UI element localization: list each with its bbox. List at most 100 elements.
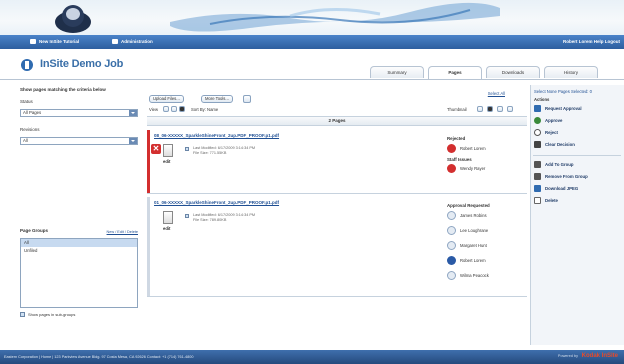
approver-row: Lee Loughrane: [447, 226, 488, 235]
row-checkbox[interactable]: [185, 147, 189, 151]
person-name: Wendy Rayer: [460, 166, 486, 171]
home-icon: [30, 39, 36, 44]
table-row[interactable]: 01_06-XXXXX_SparkleShineFront_2up.PDF_PR…: [147, 197, 527, 297]
page-groups-label: Page Groups: [20, 228, 49, 233]
page-groups-edit-link[interactable]: New / Edit / Delete: [107, 230, 138, 234]
filesize-text: File Size: 771.55KB: [193, 151, 227, 155]
trash-icon: [534, 197, 541, 204]
view-grid-icon[interactable]: [171, 106, 177, 112]
status-select[interactable]: All Pages: [20, 109, 138, 117]
tab-bar: Summary Pages Downloads History: [0, 66, 624, 80]
approver-row: James Robins: [447, 211, 487, 220]
filesize-text: File Size: 789.80KB: [193, 218, 227, 222]
page-groups-list[interactable]: All Unfiled: [20, 238, 138, 308]
add-to-group-action[interactable]: Add To Group: [534, 161, 574, 168]
clear-decision-action[interactable]: Clear Decision: [534, 141, 575, 148]
view-list-icon[interactable]: [163, 106, 169, 112]
pending-icon: [447, 211, 456, 220]
sort-by-select[interactable]: Sort By: Name: [191, 107, 218, 112]
upload-files-button[interactable]: Upload Files...: [149, 95, 184, 103]
show-subgroups-label: Show pages in sub-groups: [28, 312, 76, 317]
modified-text: Last Modified: 6/17/2009 3:14:34 PM: [193, 213, 256, 217]
thumb-large-icon[interactable]: [497, 106, 503, 112]
view-thumb-icon[interactable]: [179, 106, 185, 112]
list-item[interactable]: All: [21, 239, 137, 247]
approver-row: Margaret Hunt: [447, 241, 487, 250]
action-label: Delete: [545, 198, 558, 203]
row-checkbox[interactable]: [185, 214, 189, 218]
rejected-icon: ✕: [151, 144, 161, 154]
edit-link[interactable]: edit: [163, 226, 170, 231]
nav-right-label: Robert Lorem Help Logout: [563, 39, 620, 44]
action-label: Clear Decision: [545, 142, 575, 147]
status-heading: Rejected: [447, 136, 466, 141]
remove-from-group-action[interactable]: Remove From Group: [534, 173, 588, 180]
status-select-value: All Pages: [23, 110, 42, 115]
revisions-select[interactable]: All: [20, 137, 138, 145]
footer-brand: Powered by Kodak InSite: [558, 353, 618, 359]
person-name: Robert Lorem: [460, 258, 486, 263]
filter-label: Show pages matching the criteria below: [20, 87, 106, 92]
actions-panel: Select None Pages Selected: 0 Actions Re…: [530, 85, 624, 345]
tab-pages[interactable]: Pages: [428, 66, 482, 79]
select-all-link[interactable]: Select All: [488, 91, 505, 96]
thumb-medium-icon[interactable]: [487, 106, 493, 112]
page-thumbnail[interactable]: [163, 144, 173, 157]
approve-action[interactable]: Approve: [534, 117, 562, 124]
file-link[interactable]: 01_06-XXXXX_SparkleShineFront_2up.PDF_PR…: [154, 200, 279, 205]
folder-add-icon: [534, 161, 541, 168]
status-heading-2: Staff Issues: [447, 157, 472, 162]
delete-action[interactable]: Delete: [534, 197, 558, 204]
tab-divider: [0, 79, 624, 80]
tab-downloads[interactable]: Downloads: [486, 66, 540, 78]
download-icon: [534, 185, 541, 192]
footer: Eastern Corporation | Home | 123 Parkvie…: [0, 350, 624, 364]
edit-link[interactable]: edit: [163, 159, 170, 164]
reject-action[interactable]: Reject: [534, 129, 558, 136]
pending-strip: [147, 197, 150, 296]
folder-remove-icon: [534, 173, 541, 180]
approver-row: Wilma Peacock: [447, 271, 489, 280]
revisions-label: Revisions: [20, 127, 40, 132]
powered-by-text: Powered by: [557, 354, 578, 358]
action-label: Download JPEG: [545, 186, 579, 191]
action-label: Add To Group: [545, 162, 574, 167]
header-banner: [0, 0, 624, 35]
request-approval-action[interactable]: Request Approval: [534, 105, 582, 112]
chevron-down-icon[interactable]: [129, 110, 137, 116]
person-name: Wilma Peacock: [460, 273, 489, 278]
footer-text: Eastern Corporation | Home | 123 Parkvie…: [4, 355, 194, 359]
reject-icon: [447, 164, 456, 173]
show-subgroups-checkbox[interactable]: [20, 312, 25, 317]
selector-links[interactable]: Select None Pages Selected: 0: [534, 89, 592, 94]
tab-summary[interactable]: Summary: [370, 66, 424, 78]
page-thumbnail[interactable]: [163, 211, 173, 224]
actions-header: Actions: [534, 97, 550, 102]
status-person-2: Wendy Rayer: [447, 164, 485, 173]
person-name: James Robins: [460, 213, 487, 218]
water-splash-graphic: [170, 2, 500, 32]
company-logo: [55, 5, 91, 33]
revisions-select-value: All: [23, 138, 28, 143]
action-label: Reject: [545, 130, 558, 135]
refresh-icon[interactable]: [243, 95, 251, 103]
thumb-xlarge-icon[interactable]: [507, 106, 513, 112]
file-link[interactable]: 08_06-XXXXX_SparkleShineFront_2up.PDF_PR…: [154, 133, 279, 138]
nav-administration[interactable]: Administration: [112, 39, 153, 44]
thumb-small-icon[interactable]: [477, 106, 483, 112]
user-icon: [447, 256, 456, 265]
approver-row: Robert Lorem: [447, 256, 486, 265]
table-row[interactable]: 08_06-XXXXX_SparkleShineFront_2up.PDF_PR…: [147, 130, 527, 194]
chevron-down-icon[interactable]: [129, 138, 137, 144]
thumbnail-label: Thumbnail: [447, 107, 467, 112]
clear-icon: [534, 141, 541, 148]
nav-home[interactable]: New InSite Tutorial: [30, 39, 79, 44]
list-item[interactable]: Unfiled: [21, 247, 137, 255]
checkmark-icon: [534, 105, 541, 112]
pending-icon: [447, 226, 456, 235]
reject-icon: [534, 129, 541, 136]
tab-history[interactable]: History: [544, 66, 598, 78]
nav-user-links[interactable]: Robert Lorem Help Logout: [563, 39, 620, 44]
download-jpeg-action[interactable]: Download JPEG: [534, 185, 578, 192]
more-tools-button[interactable]: More Tools...: [201, 95, 233, 103]
